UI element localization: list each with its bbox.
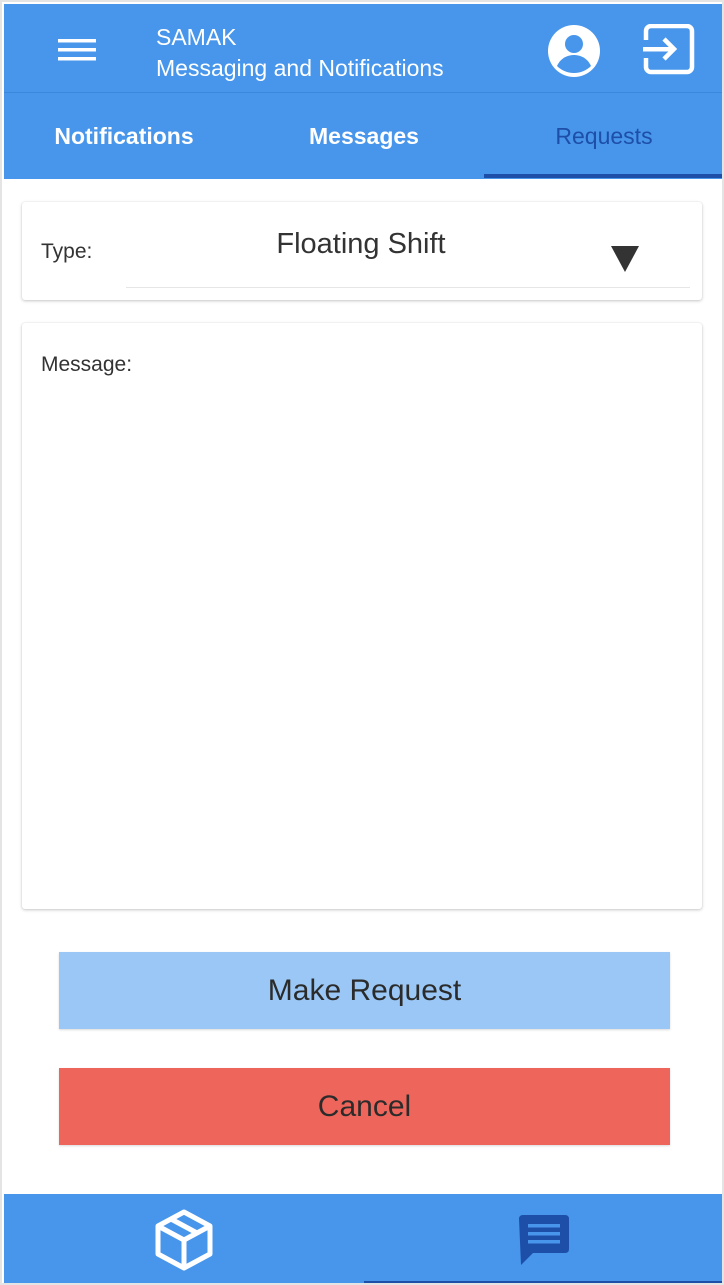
dropdown-arrow-icon (611, 246, 639, 272)
app-name: SAMAK (156, 24, 237, 50)
profile-button[interactable] (547, 24, 601, 78)
nav-item-box[interactable] (4, 1194, 364, 1283)
message-card: Message: (22, 323, 702, 909)
active-tab-indicator (484, 174, 722, 178)
exit-icon (642, 23, 695, 75)
message-label: Message: (41, 353, 133, 376)
type-card: Type: Floating Shift (22, 202, 702, 300)
message-input[interactable] (41, 389, 683, 894)
cancel-button[interactable]: Cancel (59, 1068, 670, 1145)
chat-message-icon (519, 1214, 569, 1265)
app-subtitle: Messaging and Notifications (156, 55, 444, 81)
make-request-button[interactable]: Make Request (59, 952, 670, 1029)
logout-button[interactable] (642, 23, 696, 78)
app-header: SAMAK Messaging and Notifications (4, 4, 722, 92)
type-select[interactable]: Floating Shift (126, 216, 690, 288)
box-icon (155, 1209, 213, 1270)
tab-bar: Notifications Messages Requests (4, 92, 722, 179)
app-title: SAMAK Messaging and Notifications (156, 22, 444, 84)
app-frame: SAMAK Messaging and Notifications Notifi… (0, 0, 724, 1285)
tab-messages[interactable]: Messages (244, 93, 484, 179)
tab-requests[interactable]: Requests (484, 93, 722, 179)
active-nav-indicator (364, 1281, 722, 1283)
account-circle-icon (548, 25, 600, 77)
type-label: Type: (41, 240, 93, 263)
nav-item-messages[interactable] (364, 1194, 722, 1283)
type-selected-value: Floating Shift (276, 228, 446, 260)
bottom-nav (4, 1194, 722, 1283)
menu-button[interactable] (54, 30, 100, 70)
hamburger-menu-icon (58, 39, 96, 61)
tab-notifications[interactable]: Notifications (4, 93, 244, 179)
